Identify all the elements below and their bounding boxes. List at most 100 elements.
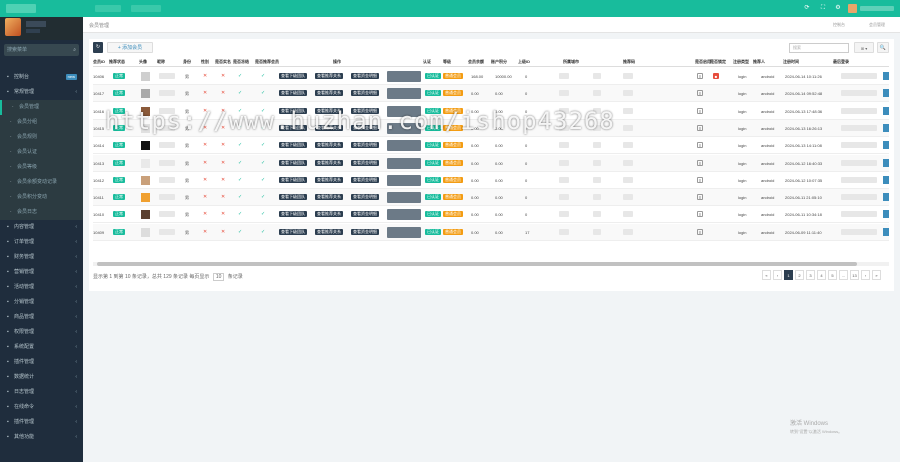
sidebar-item[interactable]: ▪ 常规管理 ‹ bbox=[0, 85, 83, 100]
page-button[interactable]: 3 bbox=[806, 270, 815, 280]
add-member-button[interactable]: + 添加会员 bbox=[107, 42, 153, 53]
toggle-icon[interactable]: ≡ bbox=[697, 194, 703, 201]
sidebar-item[interactable]: ▪ 商品管理 ‹ bbox=[0, 310, 83, 325]
view-team-button[interactable]: 查看下级团队 bbox=[279, 228, 307, 235]
edit-button[interactable] bbox=[883, 123, 889, 132]
sidebar-item[interactable]: · 会员余额变动记录 bbox=[0, 175, 83, 190]
sidebar-item[interactable]: ▪ 插件管理 ‹ bbox=[0, 415, 83, 430]
nav-tab-blurred[interactable] bbox=[95, 5, 121, 12]
page-button[interactable]: 4 bbox=[817, 270, 826, 280]
view-funds-button[interactable]: 查看资金明细 bbox=[351, 159, 379, 166]
toggle-icon[interactable]: ≡ bbox=[697, 159, 703, 166]
column-header[interactable]: 注册时间 bbox=[783, 59, 799, 65]
page-button[interactable]: 13 bbox=[850, 270, 859, 280]
sidebar-item[interactable]: ▪ 其他功能 ‹ bbox=[0, 430, 83, 445]
sidebar-item[interactable]: ▪ 系统配置 ‹ bbox=[0, 340, 83, 355]
sidebar-item[interactable]: · 会员认证 bbox=[0, 145, 83, 160]
column-header[interactable]: 头像 bbox=[139, 59, 147, 65]
page-button[interactable]: « bbox=[762, 270, 771, 280]
column-header[interactable]: 身份 bbox=[183, 59, 191, 65]
page-button[interactable]: 5 bbox=[828, 270, 837, 280]
sidebar-item[interactable]: ▪ 活动管理 ‹ bbox=[0, 280, 83, 295]
avatar[interactable] bbox=[141, 141, 150, 151]
column-header[interactable]: 最后登录 bbox=[833, 59, 849, 65]
brand-logo[interactable] bbox=[6, 4, 36, 13]
edit-button[interactable] bbox=[883, 175, 889, 184]
sidebar-item[interactable]: ▪ 在线命令 ‹ bbox=[0, 400, 83, 415]
sidebar-item[interactable]: · 会员管理 bbox=[0, 100, 83, 115]
view-team-button[interactable]: 查看下级团队 bbox=[279, 73, 307, 79]
column-header[interactable]: 注册类型 bbox=[733, 59, 749, 65]
toggle-icon[interactable]: ≡ bbox=[697, 228, 703, 235]
user-name-blurred[interactable] bbox=[860, 6, 894, 11]
edit-button[interactable] bbox=[883, 227, 889, 236]
columns-toggle-button[interactable]: ⊞ ▾ bbox=[854, 42, 874, 53]
column-header[interactable]: 是否推荐会员 bbox=[255, 59, 279, 65]
sidebar-item[interactable]: ▪ 订单管理 ‹ bbox=[0, 235, 83, 250]
search-icon[interactable]: ⌕ bbox=[73, 44, 76, 56]
horizontal-scrollbar[interactable] bbox=[93, 262, 889, 266]
column-header[interactable]: 账户积分 bbox=[491, 59, 507, 65]
toggle-icon[interactable]: ≡ bbox=[697, 176, 703, 183]
avatar[interactable] bbox=[141, 193, 150, 203]
view-referral-button[interactable]: 查看推荐关系 bbox=[315, 73, 343, 79]
view-referral-button[interactable]: 查看推荐关系 bbox=[315, 159, 343, 166]
settings-icon[interactable]: ⚙ bbox=[835, 5, 841, 11]
lock-icon[interactable]: ■ bbox=[713, 73, 719, 79]
view-referral-button[interactable]: 查看推荐关系 bbox=[315, 228, 343, 235]
tab-member-management[interactable]: 会员管理 bbox=[869, 22, 885, 28]
table-row[interactable]: 10410 正常 男 ✕ ✕ ✓ ✓ 查看下级团队 查看推荐关系 查看资金明细 已认证 普通会员 0.0… bbox=[93, 206, 889, 224]
advanced-search-button[interactable]: 🔍 bbox=[877, 42, 889, 53]
view-referral-button[interactable]: 查看推荐关系 bbox=[315, 90, 343, 97]
column-header[interactable]: 推荐码 bbox=[623, 59, 635, 65]
refresh-button[interactable]: ↻ bbox=[93, 42, 103, 53]
view-funds-button[interactable]: 查看资金明细 bbox=[351, 194, 379, 201]
sidebar-item[interactable]: ▪ 营销管理 ‹ bbox=[0, 265, 83, 280]
nav-tab-blurred[interactable] bbox=[131, 5, 161, 12]
edit-button[interactable] bbox=[883, 89, 889, 98]
view-funds-button[interactable]: 查看资金明细 bbox=[351, 90, 379, 97]
avatar[interactable] bbox=[141, 72, 150, 81]
toggle-icon[interactable]: ≡ bbox=[697, 124, 703, 131]
column-header[interactable]: 认证 bbox=[423, 59, 431, 65]
view-team-button[interactable]: 查看下级团队 bbox=[279, 159, 307, 166]
sidebar-item[interactable]: · 会员积分变动 bbox=[0, 190, 83, 205]
fullscreen-icon[interactable]: ⛶ bbox=[820, 5, 826, 11]
page-button[interactable]: ‹ bbox=[773, 270, 782, 280]
page-button[interactable]: 2 bbox=[795, 270, 804, 280]
view-referral-button[interactable]: 查看推荐关系 bbox=[315, 142, 343, 149]
sidebar-item[interactable]: ▪ 数据统计 ‹ bbox=[0, 370, 83, 385]
table-row[interactable]: 10406 正常 男 ✕ ✕ ✓ ✓ 查看下级团队 查看推荐关系 查看资金明细 已认证 普通会员 168… bbox=[93, 68, 889, 85]
sidebar-item[interactable]: ▪ 日志管理 ‹ bbox=[0, 385, 83, 400]
edit-button[interactable] bbox=[883, 158, 889, 167]
column-header[interactable]: 上级ID bbox=[518, 59, 530, 65]
page-button[interactable]: » bbox=[872, 270, 881, 280]
toggle-icon[interactable]: ≡ bbox=[697, 90, 703, 97]
view-team-button[interactable]: 查看下级团队 bbox=[279, 90, 307, 97]
column-header[interactable]: 会员余额 bbox=[468, 59, 484, 65]
column-header[interactable]: 所属城市 bbox=[563, 59, 579, 65]
sidebar-item[interactable]: ▪ 分销管理 ‹ bbox=[0, 295, 83, 310]
toggle-icon[interactable]: ≡ bbox=[697, 107, 703, 114]
page-button[interactable]: › bbox=[861, 270, 870, 280]
sidebar-item[interactable]: ▪ 权限管理 ‹ bbox=[0, 325, 83, 340]
view-team-button[interactable]: 查看下级团队 bbox=[279, 194, 307, 201]
table-row[interactable]: 10412 正常 男 ✕ ✕ ✓ ✓ 查看下级团队 查看推荐关系 查看资金明细 已认证 普通会员 0.0… bbox=[93, 172, 889, 189]
table-row[interactable]: 10409 正常 男 ✕ ✕ ✓ ✓ 查看下级团队 查看推荐关系 查看资金明细 已认证 普通会员 0.0… bbox=[93, 223, 889, 241]
view-funds-button[interactable]: 查看资金明细 bbox=[351, 211, 379, 218]
column-header[interactable]: 推荐人 bbox=[753, 59, 765, 65]
edit-button[interactable] bbox=[883, 141, 889, 150]
sidebar-search-input[interactable]: 搜索菜单 ⌕ bbox=[4, 44, 79, 56]
toggle-icon[interactable]: ≡ bbox=[697, 142, 703, 149]
avatar[interactable] bbox=[141, 158, 150, 168]
user-avatar[interactable] bbox=[848, 4, 857, 13]
sidebar-item[interactable]: ▪ 财务管理 ‹ bbox=[0, 250, 83, 265]
refresh-icon[interactable]: ⟳ bbox=[804, 5, 810, 11]
sidebar-item[interactable]: · 会员分组 bbox=[0, 115, 83, 130]
edit-button[interactable] bbox=[883, 72, 889, 80]
avatar[interactable] bbox=[141, 175, 150, 185]
view-funds-button[interactable]: 查看资金明细 bbox=[351, 176, 379, 183]
toggle-icon[interactable]: ≡ bbox=[697, 211, 703, 218]
view-team-button[interactable]: 查看下级团队 bbox=[279, 176, 307, 183]
sidebar-item[interactable]: · 会员日志 bbox=[0, 205, 83, 220]
